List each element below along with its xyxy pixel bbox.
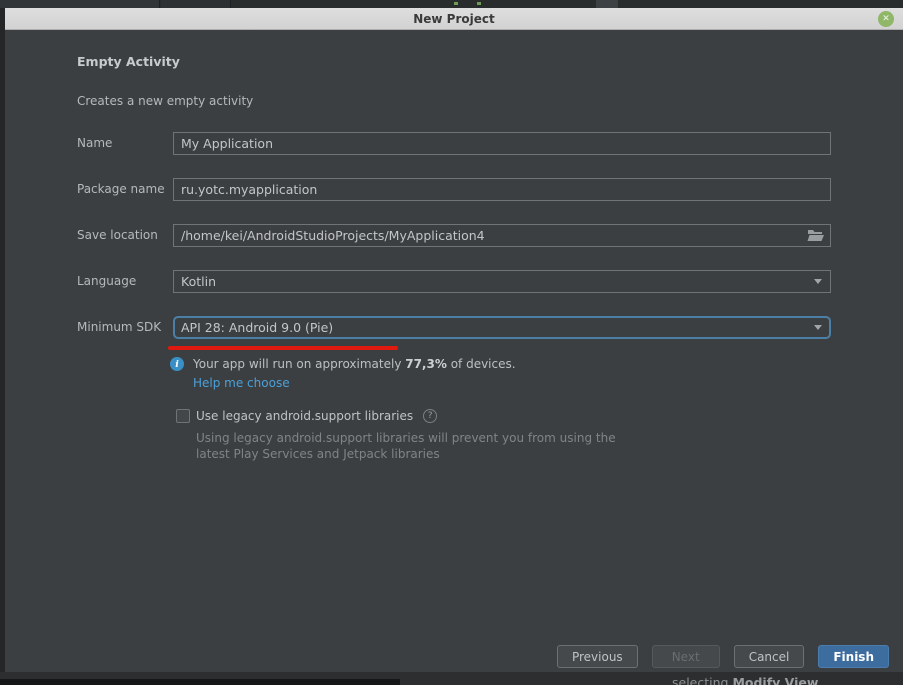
info-icon: i [170,357,184,371]
name-label: Name [77,132,112,155]
language-dropdown[interactable]: Kotlin [173,270,831,293]
package-name-value: ru.yotc.myapplication [181,179,317,200]
legacy-support-description: Using legacy android.support libraries w… [196,430,616,462]
chevron-down-icon [814,325,822,330]
finish-button[interactable]: Finish [818,645,889,668]
close-button[interactable]: ✕ [878,11,894,27]
name-input[interactable]: My Application [173,132,831,155]
background-green-speck [454,2,458,5]
device-percent: 77,3% [405,357,447,371]
package-name-label: Package name [77,178,165,201]
background-app-strip [0,0,903,8]
dialog-button-row: Previous Next Cancel Finish [557,645,889,668]
legacy-support-label[interactable]: Use legacy android.support libraries [196,409,413,423]
folder-browse-icon[interactable] [807,228,825,243]
red-annotation-underline [168,346,398,350]
sdk-info-row: i Your app will run on approximately 77,… [170,357,516,371]
language-value: Kotlin [181,271,216,292]
help-question-icon[interactable]: ? [423,409,437,423]
minimum-sdk-label: Minimum SDK [77,316,161,339]
window-titlebar[interactable]: New Project ✕ [5,8,903,30]
next-button[interactable]: Next [652,645,720,668]
language-label: Language [77,270,136,293]
close-icon: ✕ [882,14,890,24]
chevron-down-icon [814,279,822,284]
background-partial-text: selecting Modify View [672,675,818,685]
package-name-input[interactable]: ru.yotc.myapplication [173,178,831,201]
previous-button[interactable]: Previous [557,645,638,668]
save-location-label: Save location [77,224,158,247]
legacy-support-row: Use legacy android.support libraries ? [176,409,437,423]
legacy-support-checkbox[interactable] [176,409,190,423]
window-title: New Project [5,8,903,30]
minimum-sdk-dropdown[interactable]: API 28: Android 9.0 (Pie) [173,316,831,339]
background-tab-segment [161,0,231,8]
new-project-dialog: Empty Activity Creates a new empty activ… [5,30,903,672]
minimum-sdk-value: API 28: Android 9.0 (Pie) [181,318,333,337]
name-value: My Application [181,133,273,154]
background-tab-segment [0,0,160,8]
sdk-info-text: Your app will run on approximately 77,3%… [193,357,516,371]
background-tab-segment [596,0,618,8]
new-project-window: New Project ✕ Empty Activity Creates a n… [5,8,903,672]
background-dark-strip [0,679,400,685]
help-me-choose-link[interactable]: Help me choose [193,376,290,390]
page-title: Empty Activity [77,54,180,69]
background-green-speck [477,2,481,5]
page-subtitle: Creates a new empty activity [77,94,253,108]
cancel-button[interactable]: Cancel [734,645,805,668]
save-location-input[interactable]: /home/kei/AndroidStudioProjects/MyApplic… [173,224,831,247]
save-location-value: /home/kei/AndroidStudioProjects/MyApplic… [181,225,485,246]
